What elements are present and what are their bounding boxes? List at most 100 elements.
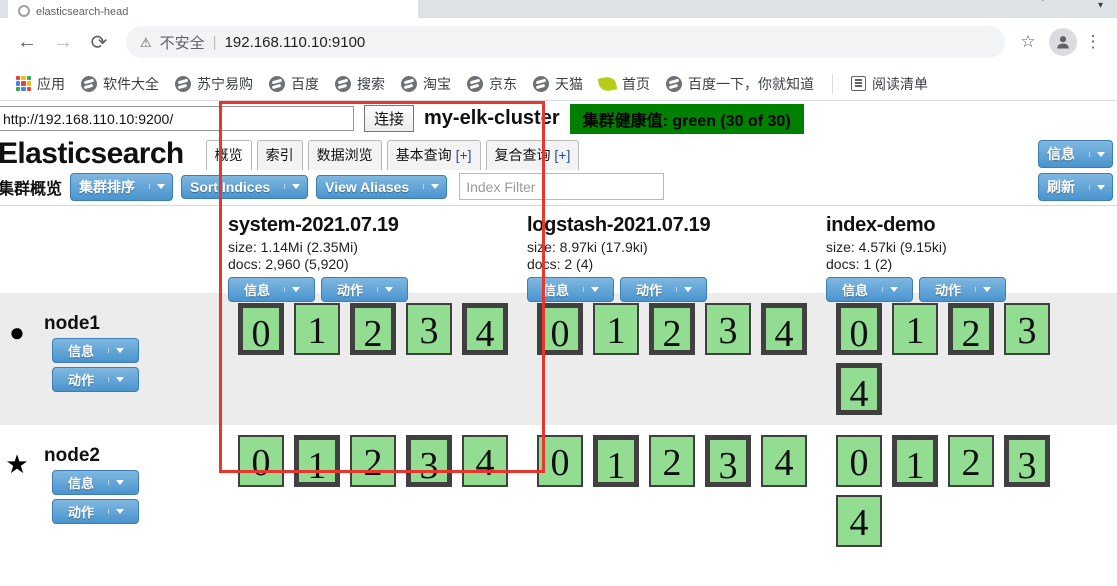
address-bar[interactable]: ⚠ 不安全 | 192.168.110.10:9100 — [126, 26, 1005, 58]
shard-box[interactable]: 3 — [406, 303, 452, 355]
sort-indices-button[interactable]: Sort Indices — [181, 174, 309, 199]
new-tab-button[interactable]: + — [1039, 0, 1047, 5]
refresh-button[interactable]: 刷新 — [1038, 173, 1113, 201]
shard-box[interactable]: 4 — [462, 435, 508, 487]
back-arrow-icon[interactable]: ← — [10, 25, 44, 59]
warning-triangle-icon: ⚠ — [140, 34, 152, 50]
bookmarks-bar: 应用 软件大全 苏宁易购 百度 搜索 淘宝 京东 天猫 首页 百度一下，你就知道 阅读清单 — [0, 67, 1117, 101]
bookmark-label: 应用 — [37, 75, 65, 92]
shard-box[interactable]: 2 — [649, 303, 695, 355]
shard-cell: 01234 — [220, 425, 519, 557]
index-filter-input[interactable] — [459, 173, 665, 200]
chevron-down-icon[interactable] — [377, 287, 400, 292]
chevron-down-icon[interactable] — [108, 480, 131, 485]
node-action-button[interactable]: 动作 — [52, 367, 140, 392]
shard-box[interactable]: 3 — [1004, 303, 1050, 355]
shard-box[interactable]: 2 — [350, 435, 396, 487]
bookmark-item[interactable]: 京东 — [460, 71, 524, 97]
bookmark-label: 首页 — [622, 75, 650, 92]
bookmark-item[interactable]: 应用 — [9, 71, 72, 97]
star-icon[interactable]: ☆ — [1013, 27, 1043, 57]
shard-box[interactable]: 3 — [705, 303, 751, 355]
bookmark-label: 百度一下，你就知道 — [688, 75, 814, 92]
shard-box[interactable]: 3 — [705, 435, 751, 487]
tab-1[interactable]: 概览 — [205, 140, 252, 170]
node-action-button[interactable]: 动作 — [52, 499, 140, 524]
shard-box[interactable]: 1 — [892, 435, 938, 487]
browser-tab-active[interactable]: elasticsearch-head — [8, 0, 418, 18]
chevron-down-icon[interactable] — [149, 184, 172, 189]
shard-box[interactable]: 4 — [462, 303, 508, 355]
shard-box[interactable]: 4 — [761, 303, 807, 355]
es-url-input[interactable] — [0, 106, 354, 131]
tab-plus-label: [+] — [554, 147, 571, 163]
chevron-down-icon[interactable] — [975, 287, 998, 292]
view-aliases-label: View Aliases — [325, 178, 410, 195]
three-dot-menu-icon[interactable]: ⋮ — [1079, 27, 1107, 57]
chevron-down-icon[interactable] — [284, 184, 307, 189]
header-info-label: 信息 — [1047, 146, 1075, 162]
shard-box[interactable]: 1 — [593, 303, 639, 355]
shard-box[interactable]: 0 — [537, 435, 583, 487]
tab-3[interactable]: 数据浏览 — [307, 140, 382, 170]
bookmark-item[interactable]: 苏宁易购 — [168, 71, 260, 97]
cluster-grid: system-2021.07.19 size: 1.14Mi (2.35Mi) do… — [0, 206, 1117, 557]
omnibox-separator: | — [212, 33, 217, 51]
shard-box[interactable]: 0 — [836, 303, 882, 355]
shard-box[interactable]: 4 — [836, 495, 882, 547]
chevron-down-icon[interactable] — [284, 287, 307, 292]
tab-label: 数据浏览 — [316, 147, 373, 163]
chevron-down-icon[interactable] — [583, 287, 606, 292]
shard-box[interactable]: 2 — [649, 435, 695, 487]
reading-list-button[interactable]: 阅读清单 — [844, 71, 935, 97]
node-marker-glyph: ★ — [5, 449, 29, 479]
sort-cluster-button[interactable]: 集群排序 — [70, 172, 174, 201]
chevron-down-icon[interactable] — [423, 184, 446, 189]
shard-box[interactable]: 1 — [294, 303, 340, 355]
node-info-button[interactable]: 信息 — [52, 470, 140, 495]
shard-box[interactable]: 1 — [593, 435, 639, 487]
bookmark-item[interactable]: 百度一下，你就知道 — [659, 71, 821, 97]
chevron-down-icon[interactable] — [1089, 184, 1112, 190]
bookmark-item[interactable]: 首页 — [592, 71, 657, 97]
chevron-down-icon[interactable] — [108, 348, 131, 353]
forward-arrow-icon[interactable]: → — [46, 25, 80, 59]
bookmark-item[interactable]: 软件大全 — [74, 71, 166, 97]
not-secure-label: 不安全 — [159, 34, 205, 52]
bookmarks-divider — [832, 73, 833, 94]
shard-box[interactable]: 4 — [836, 363, 882, 415]
tab-plus-label: [+] — [455, 147, 472, 163]
bookmark-item[interactable]: 淘宝 — [394, 71, 458, 97]
shard-box[interactable]: 1 — [294, 435, 340, 487]
window-controls[interactable]: ▾ — [1098, 0, 1105, 11]
shard-box[interactable]: 2 — [948, 303, 994, 355]
shard-box[interactable]: 2 — [350, 303, 396, 355]
view-aliases-button[interactable]: View Aliases — [316, 174, 448, 199]
tab-4[interactable]: 基本查询 [+] — [386, 140, 481, 170]
tab-5[interactable]: 复合查询 [+] — [485, 140, 580, 170]
chevron-down-icon[interactable] — [108, 377, 131, 382]
bookmark-item[interactable]: 天猫 — [526, 71, 590, 97]
connect-button[interactable]: 连接 — [364, 105, 414, 132]
shard-box[interactable]: 0 — [836, 435, 882, 487]
chevron-down-icon[interactable] — [108, 509, 131, 514]
shard-box[interactable]: 4 — [761, 435, 807, 487]
header-info-button[interactable]: 信息 — [1038, 140, 1113, 168]
shard-box[interactable]: 0 — [537, 303, 583, 355]
profile-avatar-icon[interactable] — [1049, 28, 1077, 56]
node-info-button[interactable]: 信息 — [52, 338, 140, 363]
shard-box[interactable]: 1 — [892, 303, 938, 355]
tab-2[interactable]: 索引 — [256, 140, 303, 170]
shard-cell: 01234 — [220, 293, 519, 425]
chevron-down-icon[interactable] — [882, 287, 905, 292]
shard-box[interactable]: 3 — [406, 435, 452, 487]
bookmark-item[interactable]: 百度 — [262, 71, 326, 97]
chevron-down-icon[interactable] — [1089, 151, 1112, 157]
chevron-down-icon[interactable] — [676, 287, 699, 292]
shard-box[interactable]: 3 — [1004, 435, 1050, 487]
shard-box[interactable]: 0 — [238, 435, 284, 487]
reload-icon[interactable]: ⟳ — [82, 25, 116, 59]
shard-box[interactable]: 0 — [238, 303, 284, 355]
shard-box[interactable]: 2 — [948, 435, 994, 487]
bookmark-item[interactable]: 搜索 — [328, 71, 392, 97]
